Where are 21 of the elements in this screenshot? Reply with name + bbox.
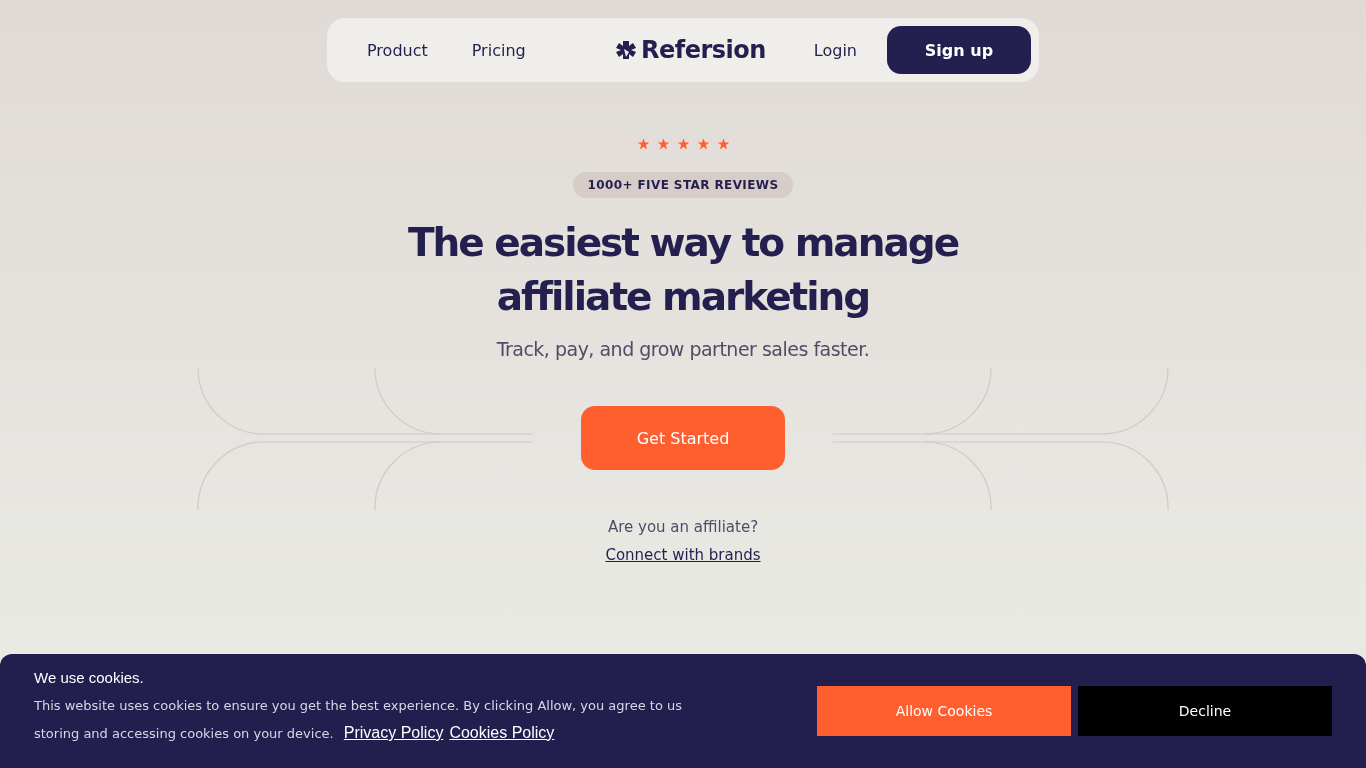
star-icon: [636, 138, 650, 150]
decline-button[interactable]: Decline: [1078, 686, 1332, 736]
nav-link[interactable]: Pricing: [471, 40, 526, 60]
star-icon: [676, 138, 690, 150]
hero-subtitle: Track, pay, and grow partner sales faster.: [496, 338, 870, 360]
policy-link[interactable]: Privacy Policy: [343, 724, 444, 741]
policy-link[interactable]: Cookies Policy: [449, 724, 555, 741]
star-icon: [656, 138, 670, 150]
reviews-badge: 1000+ FIVE STAR REVIEWS: [573, 172, 793, 198]
login-link[interactable]: Login: [813, 40, 857, 60]
logo-icon: [614, 40, 637, 60]
signup-button[interactable]: Sign up: [887, 26, 1031, 74]
nav-link[interactable]: Product: [367, 40, 428, 60]
cookie-title: We use cookies.: [34, 669, 145, 686]
star-icon: [696, 138, 710, 150]
logo-text: Refersion: [640, 36, 766, 64]
cookie-text: This website uses cookies to ensure you get the best experience. By clicking Allow, you agree to us storing and accessing cookies on your device. Privacy Policy Cookies Policy: [34, 697, 683, 743]
hero-title: The easiest way to manage affiliate marketing: [407, 219, 959, 321]
star-icon: [716, 138, 730, 150]
affiliate-question: Are you an affiliate?: [607, 518, 759, 536]
connect-brands-link[interactable]: Connect with brands: [605, 546, 761, 564]
